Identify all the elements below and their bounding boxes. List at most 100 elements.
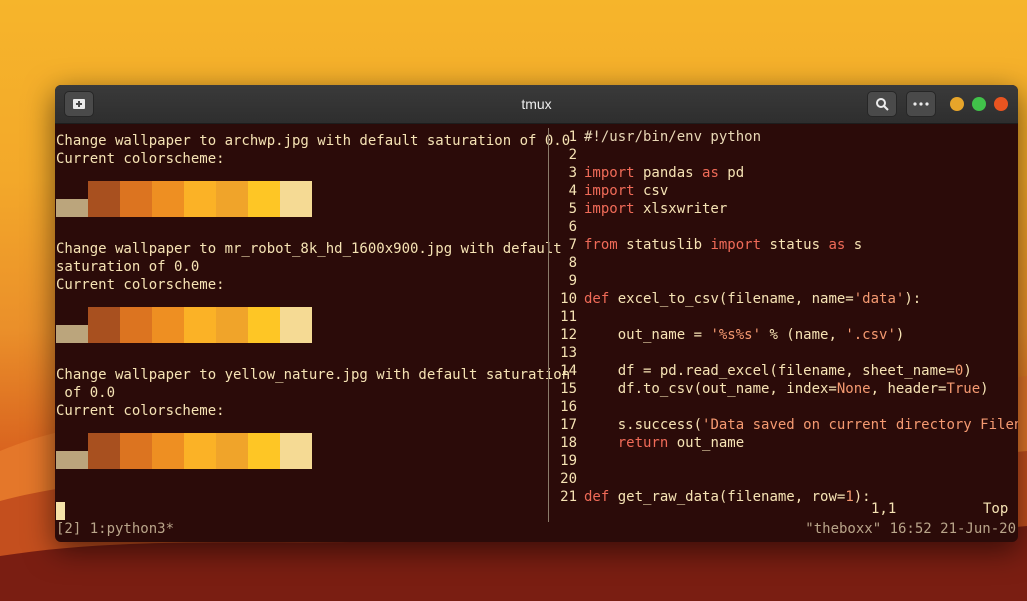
code-line: 16 (555, 398, 584, 416)
code-token: ): (853, 489, 871, 505)
code-token: '%s%s' (710, 327, 762, 343)
color-swatch (88, 181, 120, 217)
code-token: as (828, 237, 846, 253)
vim-scroll-position: Top (983, 501, 1009, 517)
code-line: 6 (555, 218, 584, 236)
color-swatch (56, 307, 88, 343)
line-number: 1 (568, 129, 577, 145)
output-line: of 0.0 (56, 385, 116, 401)
color-swatch (216, 307, 248, 343)
code-line: 13 (555, 344, 584, 362)
code-token: import (584, 183, 635, 199)
code-token: from (584, 237, 618, 253)
code-line: 15 df.to_csv(out_name, index=None, heade… (555, 380, 988, 398)
terminal-content[interactable]: Change wallpaper to archwp.jpg with defa… (55, 124, 1018, 542)
code-line: 18 return out_name (555, 434, 744, 452)
code-line: 17 s.success('Data saved on current dire… (555, 416, 1018, 434)
color-swatch (152, 433, 184, 469)
search-button[interactable] (867, 91, 897, 117)
close-button[interactable] (994, 97, 1008, 111)
color-swatch (152, 307, 184, 343)
line-number: 2 (568, 147, 577, 163)
vim-pane[interactable]: 1 #!/usr/bin/env python 2 3 import pandas as… (555, 128, 1018, 528)
titlebar: tmux (55, 85, 1018, 124)
code-token: ) (895, 327, 905, 343)
colorscheme-swatches (56, 433, 312, 469)
menu-button[interactable] (906, 91, 936, 117)
maximize-button[interactable] (972, 97, 986, 111)
code-line: 21 def get_raw_data(filename, row=1): (555, 488, 871, 506)
code-token: csv (634, 183, 669, 199)
code-token: pd (718, 165, 745, 181)
code-token: s.success( (584, 417, 703, 433)
code-line: 19 (555, 452, 584, 470)
code-token: s (845, 237, 863, 253)
line-number: 18 (560, 435, 577, 451)
code-line: 2 (555, 146, 584, 164)
color-swatch (184, 307, 216, 343)
line-number: 13 (560, 345, 577, 361)
pane-divider[interactable] (548, 128, 549, 522)
output-line: Current colorscheme: (56, 277, 225, 293)
code-token: , header= (870, 381, 947, 397)
color-swatch (248, 307, 280, 343)
code-line: 20 (555, 470, 584, 488)
color-swatch (280, 307, 312, 343)
code-token: statuslib (617, 237, 711, 253)
color-swatch (184, 433, 216, 469)
line-number: 16 (560, 399, 577, 415)
line-number: 10 (560, 291, 577, 307)
output-line: Current colorscheme: (56, 403, 225, 419)
color-swatch (56, 433, 88, 469)
ellipsis-icon (913, 102, 929, 106)
color-swatch (120, 181, 152, 217)
color-swatch (88, 307, 120, 343)
line-number: 5 (568, 201, 577, 217)
code-token: import (584, 201, 635, 217)
line-number: 12 (560, 327, 577, 343)
color-swatch (280, 181, 312, 217)
code-line: 14 df = pd.read_excel(filename, sheet_na… (555, 362, 972, 380)
code-line: 5 import xlsxwriter (555, 200, 728, 218)
code-token: def (584, 291, 610, 307)
line-number: 11 (560, 309, 577, 325)
color-swatch (88, 433, 120, 469)
code-token: excel_to_csv(filename, name= (609, 291, 854, 307)
code-token: get_raw_data(filename, row= (609, 489, 846, 505)
output-line: Current colorscheme: (56, 151, 225, 167)
terminal-window: tmux Change wallpaper to archwp.jpg with… (55, 85, 1018, 542)
line-number: 7 (568, 237, 577, 253)
search-icon (876, 98, 889, 111)
code-token: 'data' (853, 291, 905, 307)
line-number: 3 (568, 165, 577, 181)
line-number: 17 (560, 417, 577, 433)
colorscheme-swatches (56, 181, 312, 217)
code-line: 3 import pandas as pd (555, 164, 745, 182)
code-token: return (617, 435, 669, 451)
code-line: 11 (555, 308, 584, 326)
line-number: 21 (560, 489, 577, 505)
output-line: Change wallpaper to archwp.jpg with defa… (56, 133, 571, 149)
code-token: % (name, (761, 327, 846, 343)
code-token: pandas (634, 165, 703, 181)
code-token: ) (963, 363, 972, 379)
line-number: 19 (560, 453, 577, 469)
code-line: 8 (555, 254, 584, 272)
left-pane[interactable]: Change wallpaper to archwp.jpg with defa… (56, 128, 570, 516)
color-swatch (216, 433, 248, 469)
terminal-cursor (56, 502, 65, 520)
color-swatch (280, 433, 312, 469)
color-swatch (184, 181, 216, 217)
minimize-button[interactable] (950, 97, 964, 111)
code-token: ): (904, 291, 922, 307)
code-token: df.to_csv(out_name, index= (584, 381, 837, 397)
code-line: 7 from statuslib import status as s (555, 236, 863, 254)
line-number: 9 (568, 273, 577, 289)
code-line: 1 #!/usr/bin/env python (555, 128, 761, 146)
line-number: 8 (568, 255, 577, 271)
code-token: out_name = (584, 327, 711, 343)
code-token: 'Data saved on current directory Filenam (702, 417, 1018, 433)
tmux-window-list[interactable]: [2] 1:python3* (56, 520, 174, 538)
code-line: 10 def excel_to_csv(filename, name='data'… (555, 290, 921, 308)
